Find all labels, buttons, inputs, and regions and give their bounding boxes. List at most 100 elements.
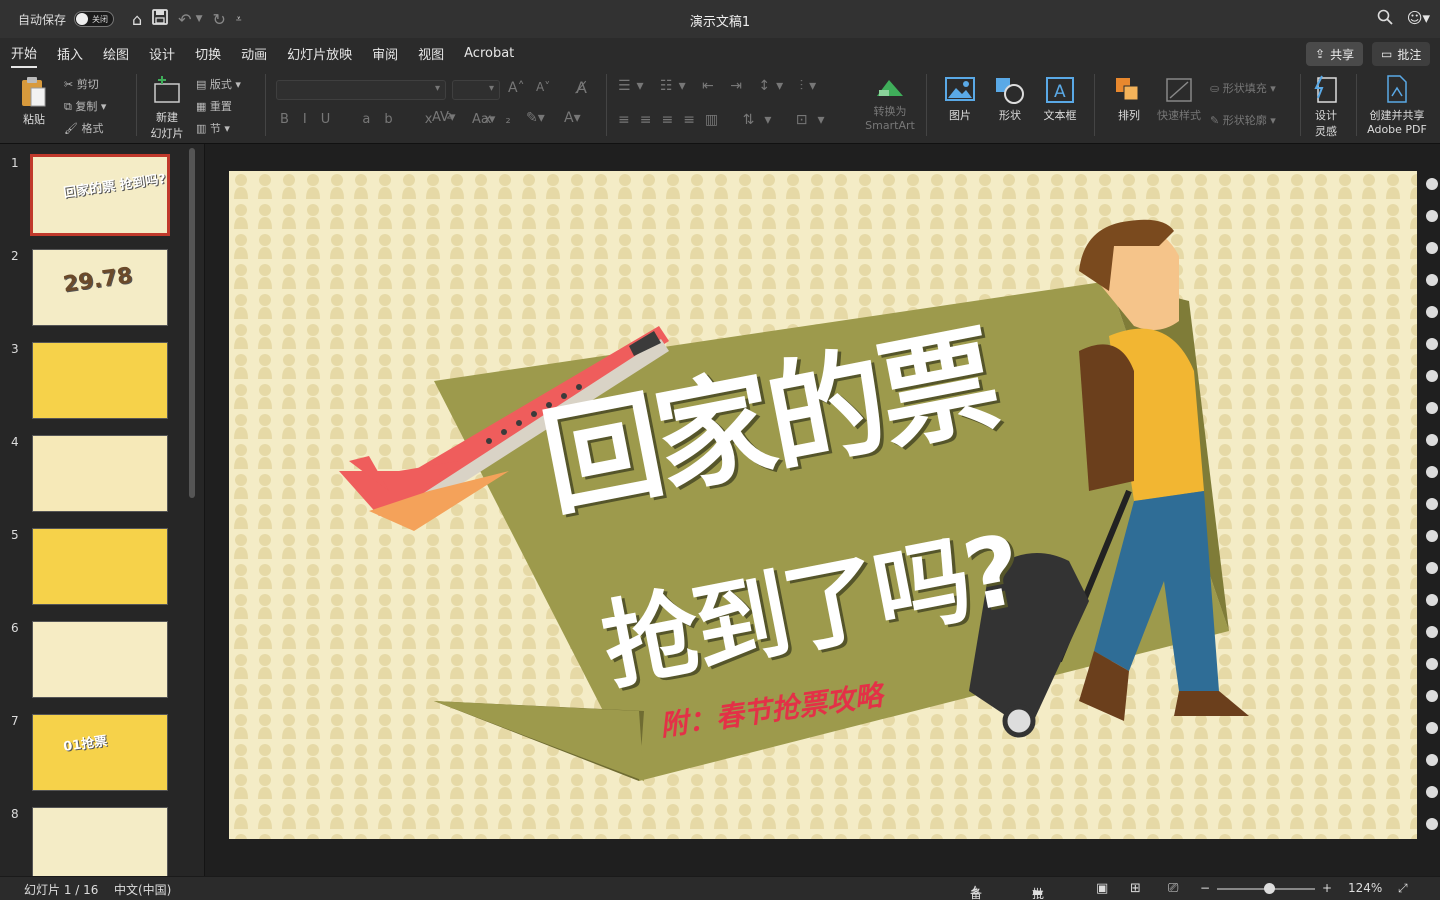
ribbon-tabs: 开始 插入 绘图 设计 切换 动画 幻灯片放映 审阅 视图 Acrobat: [0, 38, 1440, 68]
redo-icon[interactable]: ↻: [213, 10, 226, 29]
copy-button[interactable]: ⧉ 复制 ▾: [64, 98, 106, 114]
thumbnail-number: 2: [11, 249, 19, 263]
copy-icon: ⧉: [64, 100, 76, 113]
zoom-in-icon[interactable]: +: [1322, 881, 1332, 895]
layout-button[interactable]: ▤ 版式 ▾: [196, 76, 241, 92]
shape-fill-button[interactable]: ⛀ 形状填充 ▾: [1210, 80, 1276, 96]
slide-thumbnail[interactable]: 回家的票 抢到吗?: [30, 154, 170, 236]
tab-review[interactable]: 审阅: [372, 40, 398, 67]
highlight-icon[interactable]: ✎▾: [526, 110, 545, 126]
clear-formatting-icon[interactable]: A̸: [576, 78, 587, 97]
ribbon-divider: [265, 74, 266, 136]
zoom-slider-knob[interactable]: [1264, 883, 1275, 894]
format-painter-button[interactable]: 🖌 格式: [64, 120, 103, 136]
chevron-down-icon[interactable]: ▼: [196, 14, 203, 24]
feedback-smiley-icon[interactable]: ☺▾: [1407, 9, 1430, 29]
search-icon[interactable]: [1377, 9, 1393, 29]
increase-font-icon[interactable]: A˄: [508, 80, 525, 96]
convert-smartart-button[interactable]: 转换为 SmartArt: [862, 76, 918, 132]
comments-label: 批注: [1397, 47, 1422, 62]
thumbnails-scrollbar[interactable]: [189, 148, 195, 498]
char-spacing-icon[interactable]: AV▾: [432, 110, 455, 125]
zoom-level[interactable]: 124%: [1348, 881, 1382, 895]
design-ideas-button[interactable]: 设计 灵感: [1306, 74, 1346, 139]
picture-button[interactable]: 图片: [936, 76, 984, 123]
design-ideas-label-1: 设计: [1315, 109, 1337, 122]
status-comments-label: 批注: [1032, 887, 1045, 900]
decrease-font-icon[interactable]: A˅: [536, 80, 550, 94]
thumbnail-art: [53, 820, 143, 865]
quick-styles-button[interactable]: 快速样式: [1156, 76, 1202, 123]
language-indicator[interactable]: 中文(中国): [114, 881, 171, 898]
thumbnail-art: [53, 541, 143, 586]
zoom-out-icon[interactable]: −: [1200, 881, 1210, 895]
shapes-icon: [996, 78, 1024, 104]
share-label: 共享: [1330, 47, 1355, 62]
undo-icon[interactable]: ↶: [178, 10, 191, 29]
paste-button[interactable]: 粘贴: [12, 76, 56, 127]
home-icon[interactable]: ⌂: [132, 10, 142, 29]
tab-slideshow[interactable]: 幻灯片放映: [287, 40, 352, 67]
slide-thumbnail[interactable]: [32, 528, 168, 605]
arrange-button[interactable]: 排列: [1106, 76, 1152, 123]
autosave-state: 关闭: [92, 15, 109, 24]
tab-animations[interactable]: 动画: [241, 40, 267, 67]
customize-toolbar-icon[interactable]: ⩡: [236, 14, 242, 25]
tab-draw[interactable]: 绘图: [103, 40, 129, 67]
alignment-buttons[interactable]: ≡≡≡≡▥ ⇅▾ ⊡▾: [618, 112, 835, 128]
slide-thumbnail[interactable]: [32, 342, 168, 419]
normal-view-icon[interactable]: ▣: [1096, 881, 1108, 896]
new-slide-button[interactable]: 新建 幻灯片: [145, 76, 189, 141]
reset-icon: ▦: [196, 100, 210, 113]
smartart-icon: [877, 80, 903, 96]
paste-label: 粘贴: [23, 113, 45, 126]
cut-button[interactable]: ✂ 剪切: [64, 76, 99, 92]
autosave-toggle[interactable]: 关闭: [74, 11, 115, 27]
pen-icon: ✎: [1210, 114, 1223, 127]
thumbnail-art: [53, 355, 143, 400]
slide-thumbnail[interactable]: [32, 807, 168, 876]
svg-text:A: A: [1054, 82, 1066, 102]
toggle-knob: [76, 13, 89, 25]
tab-design[interactable]: 设计: [149, 40, 175, 67]
shape-outline-button[interactable]: ✎ 形状轮廓 ▾: [1210, 112, 1276, 128]
paste-icon: [22, 77, 46, 107]
list-buttons[interactable]: ☰▾ ☷▾ ⇤ ⇥ ↕▾ ⫶▾: [618, 78, 822, 94]
ribbon-divider: [1094, 74, 1095, 136]
slide-thumbnail[interactable]: [32, 621, 168, 698]
save-icon[interactable]: [152, 9, 169, 29]
right-edge-pattern: [1426, 178, 1438, 830]
background-pattern: [229, 171, 1417, 839]
layout-icon: ▤: [196, 78, 210, 91]
slide-canvas[interactable]: 回家的票 抢到了吗? 附：春节抢票攻略: [229, 171, 1417, 839]
slide-thumbnail[interactable]: 29.78: [32, 249, 168, 326]
fit-to-window-icon[interactable]: ⤢: [1398, 881, 1408, 896]
change-case-icon[interactable]: Aa▾: [472, 112, 495, 127]
font-size-select[interactable]: ▾: [452, 80, 500, 100]
slide-sorter-icon[interactable]: ⊞: [1130, 881, 1141, 896]
thumbnail-art: [53, 448, 143, 493]
reset-label: 重置: [209, 100, 232, 113]
slide-thumbnail[interactable]: [32, 435, 168, 512]
slide-thumbnails-panel: 1 回家的票 抢到吗? 2 29.78 3 4 5 6 7 01抢票 8: [0, 144, 205, 876]
shapes-button[interactable]: 形状: [986, 76, 1034, 123]
comments-button[interactable]: ▭ 批注: [1372, 42, 1431, 66]
share-button[interactable]: ⇪ 共享: [1306, 42, 1364, 66]
reset-button[interactable]: ▦ 重置: [196, 98, 232, 114]
font-family-select[interactable]: ▾: [276, 80, 446, 100]
tab-view[interactable]: 视图: [418, 40, 444, 67]
tab-acrobat[interactable]: Acrobat: [464, 42, 514, 65]
thumbnail-number: 5: [11, 528, 19, 542]
tab-transitions[interactable]: 切换: [195, 40, 221, 67]
section-button[interactable]: ▥ 节 ▾: [196, 120, 230, 136]
tab-home[interactable]: 开始: [11, 39, 38, 68]
ribbon-divider: [136, 74, 137, 136]
slide-thumbnail[interactable]: 01抢票: [32, 714, 168, 791]
font-color-icon[interactable]: A▾: [564, 110, 581, 126]
create-adobe-pdf-button[interactable]: 创建并共享 Adobe PDF: [1362, 74, 1432, 136]
tab-insert[interactable]: 插入: [57, 40, 83, 67]
section-icon: ▥: [196, 122, 210, 135]
textbox-button[interactable]: A 文本框: [1036, 76, 1084, 123]
reading-view-icon[interactable]: ⎚: [1168, 881, 1178, 896]
shape-fill-label: 形状填充: [1222, 82, 1267, 95]
